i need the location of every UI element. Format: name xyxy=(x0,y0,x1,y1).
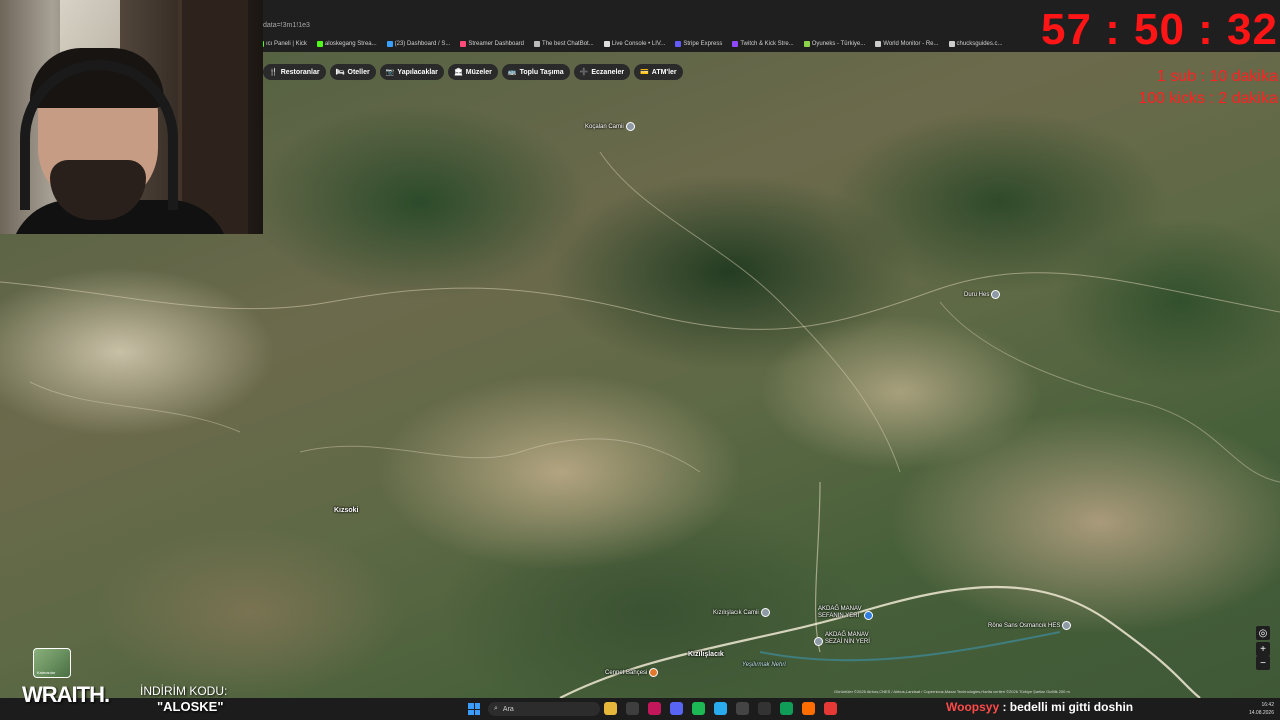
map-category-chips: 🍴 Restoranlar 🛏 Oteller 📷 Yapılacaklar 🏛 Müzele… xyxy=(263,64,683,80)
discount-code: "ALOSKE" xyxy=(157,699,224,714)
date: 14.08.2026 xyxy=(1248,710,1274,716)
chip-icon: 💳 xyxy=(640,69,649,76)
bookmarks-bar: ıcı Paneli | Kick aloskegang Strea... (23)… xyxy=(258,38,1003,50)
webcam-feed xyxy=(0,0,263,234)
zoom-in-button[interactable]: + xyxy=(1256,642,1270,656)
chip-icon: 🛏 xyxy=(335,69,345,76)
chip-icon: 🍴 xyxy=(269,69,278,76)
map-chip-eczaneler[interactable]: ➕ Eczaneler xyxy=(573,64,631,80)
taskbar-app-icon[interactable] xyxy=(714,702,727,715)
search-icon: ⌕ xyxy=(494,705,498,712)
taskbar-app-icon[interactable] xyxy=(780,702,793,715)
map-poi-cennet[interactable]: Cennet Bahçesi xyxy=(605,668,660,677)
bookmark-item[interactable]: Live Console • LIV... xyxy=(603,38,665,50)
poi-pin-icon xyxy=(814,636,823,646)
map-chip-restoranlar[interactable]: 🍴 Restoranlar xyxy=(263,64,326,80)
chat-message: Woopsyy : bedelli mi gitti doshin xyxy=(946,700,1133,714)
map-river-label: Yeşilırmak Nehri xyxy=(742,662,786,668)
subathon-rules: 1 sub : 10 dakika 100 kicks : 2 dakika xyxy=(1138,66,1278,110)
poi-pin-icon xyxy=(991,290,1001,299)
address-bar[interactable]: data=!3m1!1e3 xyxy=(263,22,310,29)
zoom-out-button[interactable]: − xyxy=(1256,656,1270,670)
taskbar-app-icon[interactable] xyxy=(736,702,749,715)
bookmark-item[interactable]: Twitch & Kick Stre... xyxy=(732,38,794,50)
clock: 16:42 xyxy=(1261,702,1274,708)
kicks-goal-text: 100 kicks : 2 dakika xyxy=(1138,90,1278,107)
bookmark-item[interactable]: Stripe Express xyxy=(675,38,722,50)
bookmark-favicon-icon xyxy=(675,41,682,47)
chat-text: : bedelli mi gitti doshin xyxy=(1002,700,1134,714)
restaurant-pin-icon xyxy=(649,668,659,677)
map-chip-yap-lacaklar[interactable]: 📷 Yapılacaklar xyxy=(379,64,444,80)
chip-icon: 🏛 xyxy=(453,69,463,76)
bookmark-item[interactable]: chucksguides.c... xyxy=(948,38,1003,50)
taskbar-search[interactable]: ⌕ Ara xyxy=(488,702,600,716)
sub-goal-text: 1 sub : 10 dakika xyxy=(1157,68,1278,85)
map-place-kizsoki: Kızsoki xyxy=(334,507,359,514)
taskbar-app-icon[interactable] xyxy=(626,702,639,715)
map-chip-atm-ler[interactable]: 💳 ATM'ler xyxy=(634,64,683,80)
target-icon: ◎ xyxy=(1258,627,1268,639)
map-poi-duru[interactable]: Duru Hes xyxy=(964,290,1002,299)
poi-pin-icon xyxy=(1062,621,1072,630)
bookmark-item[interactable]: The best ChatBot... xyxy=(534,38,594,50)
bookmark-item[interactable]: (23) Dashboard / S... xyxy=(386,38,450,50)
chip-icon: 📷 xyxy=(385,69,395,76)
bookmark-favicon-icon xyxy=(603,41,610,47)
bookmark-favicon-icon xyxy=(948,41,955,47)
bookmark-item[interactable]: Oyuneks - Türkiye... xyxy=(803,38,865,50)
bookmark-favicon-icon xyxy=(875,41,882,47)
taskbar-app-icon[interactable] xyxy=(648,702,661,715)
taskbar-app-icon[interactable] xyxy=(670,702,683,715)
taskbar-app-icon[interactable] xyxy=(604,702,617,715)
bookmark-item[interactable]: aloskegang Strea... xyxy=(316,38,377,50)
taskbar-apps xyxy=(604,702,837,715)
bookmark-item[interactable]: Streamer Dashboard xyxy=(460,38,524,50)
my-location-button[interactable]: ◎ xyxy=(1256,626,1270,640)
map-poi-akdag-sefa[interactable]: AKDAĞ MANAV SEFANIN YERİ xyxy=(818,606,875,620)
map-chip-toplu-ta-ma[interactable]: 🚌 Toplu Taşıma xyxy=(501,64,570,80)
map-poi-akdag-sezai[interactable]: AKDAĞ MANAV SEZAİ NİN YERİ xyxy=(812,632,870,646)
bookmark-favicon-icon xyxy=(316,41,323,47)
screen: data=!3m1!1e3 ıcı Paneli | Kick aloskegan… xyxy=(0,0,1280,720)
bookmark-favicon-icon xyxy=(386,41,393,47)
bookmark-favicon-icon xyxy=(460,41,467,47)
bookmark-favicon-icon xyxy=(803,41,810,47)
plus-icon: + xyxy=(1260,643,1266,655)
taskbar-app-icon[interactable] xyxy=(758,702,771,715)
bookmark-item[interactable]: World Monitor - Re... xyxy=(875,38,939,50)
bookmark-item[interactable]: ıcı Paneli | Kick xyxy=(258,38,307,50)
sponsor-brand: WRAITH. xyxy=(22,682,110,707)
discount-label: İNDİRİM KODU: xyxy=(140,684,228,698)
taskbar-app-icon[interactable] xyxy=(824,702,837,715)
layers-button[interactable]: Katmanlar xyxy=(33,648,71,678)
chip-icon: ➕ xyxy=(579,69,589,76)
chat-username: Woopsyy xyxy=(946,700,1000,714)
map-place-kizilislacik: Kızılışlacık xyxy=(688,651,724,658)
minus-icon: − xyxy=(1260,657,1266,669)
map-poi-osmancik-hes[interactable]: Röne Sans Osmancık HES xyxy=(988,621,1073,630)
mosque-pin-icon xyxy=(760,608,770,617)
bookmark-favicon-icon xyxy=(732,41,739,47)
taskbar-app-icon[interactable] xyxy=(802,702,815,715)
mosque-pin-icon xyxy=(625,122,635,131)
map-chip-oteller[interactable]: 🛏 Oteller xyxy=(329,64,376,80)
taskbar-app-icon[interactable] xyxy=(692,702,705,715)
shop-pin-icon xyxy=(863,610,873,620)
map-chip-m-zeler[interactable]: 🏛 Müzeler xyxy=(447,64,498,80)
map-poi-kocalan[interactable]: Koçalan Camii xyxy=(585,122,637,131)
windows-start-icon[interactable] xyxy=(468,703,480,715)
map-poi-kizilislacik-camii[interactable]: Kızılışlacık Camii xyxy=(713,608,772,617)
map-attribution: Görüntüler ©2026 Airbus,CNES / Airbus,La… xyxy=(834,689,1070,694)
bookmark-favicon-icon xyxy=(534,41,541,47)
chip-icon: 🚌 xyxy=(507,69,517,76)
countdown-timer: 57 : 50 : 32 xyxy=(1040,5,1278,54)
